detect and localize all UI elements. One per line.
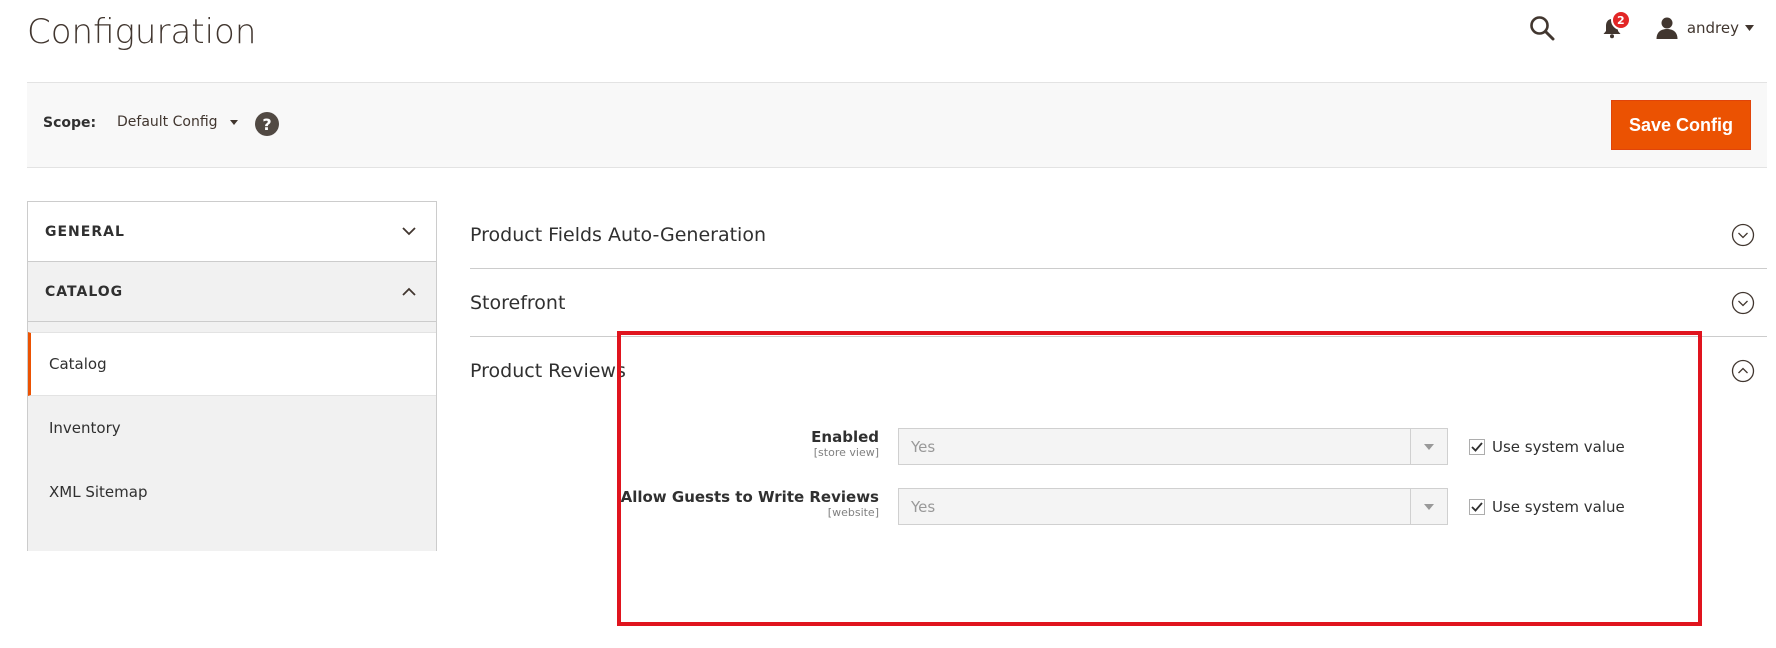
checkbox[interactable] <box>1469 499 1485 515</box>
config-sidebar: GENERAL CATALOG Catalog Inventory XML Si… <box>27 201 437 551</box>
select-divider <box>1410 489 1411 524</box>
notification-count-badge: 2 <box>1610 10 1631 30</box>
chevron-up-icon <box>402 287 416 296</box>
select-value: Yes <box>911 437 936 456</box>
checkbox-label: Use system value <box>1492 438 1625 456</box>
section-product-reviews[interactable]: Product Reviews <box>470 337 1767 405</box>
chevron-down-icon <box>1424 444 1434 450</box>
section-product-fields-auto-generation[interactable]: Product Fields Auto-Generation <box>470 201 1767 269</box>
field-label: Enabled [store view] <box>811 428 879 460</box>
field-scope-text: [website] <box>827 506 879 519</box>
select-divider <box>1410 429 1411 464</box>
field-label-text: Enabled <box>811 428 879 446</box>
section-title: Product Fields Auto-Generation <box>470 223 766 246</box>
collapse-circle-icon <box>1731 359 1755 383</box>
user-icon <box>1656 17 1678 39</box>
page-actions-bar: Scope: Default Config ? Save Config <box>27 82 1767 168</box>
use-system-value-checkbox[interactable]: Use system value <box>1469 498 1625 516</box>
field-row-enabled: Enabled [store view] Yes Use system valu… <box>470 428 1767 468</box>
expand-circle-icon <box>1731 223 1755 246</box>
allow-guests-select[interactable]: Yes <box>898 488 1448 525</box>
save-config-button[interactable]: Save Config <box>1611 100 1751 150</box>
scope-value: Default Config <box>117 114 218 130</box>
notifications-button[interactable]: 2 <box>1599 10 1631 43</box>
checkmark-icon <box>1471 502 1483 512</box>
sidebar-group-label: CATALOG <box>45 283 124 300</box>
checkbox[interactable] <box>1469 439 1485 455</box>
sidebar-item-catalog[interactable]: Catalog <box>28 332 436 396</box>
enabled-select[interactable]: Yes <box>898 428 1448 465</box>
chevron-down-icon <box>1745 25 1754 31</box>
section-title: Product Reviews <box>470 360 626 382</box>
scope-label: Scope: <box>43 115 97 131</box>
select-value: Yes <box>911 497 936 516</box>
sidebar-item-inventory[interactable]: Inventory <box>28 396 436 460</box>
section-title: Storefront <box>470 291 566 314</box>
sidebar-item-xml-sitemap[interactable]: XML Sitemap <box>28 460 436 524</box>
chevron-down-icon <box>1424 504 1434 510</box>
sidebar-group-label: GENERAL <box>45 223 125 240</box>
config-sections: Product Fields Auto-Generation Storefron… <box>470 201 1767 525</box>
page-title: Configuration <box>27 12 257 52</box>
user-name: andrey <box>1686 19 1739 37</box>
field-scope-text: [store view] <box>813 446 879 459</box>
sidebar-group-general[interactable]: GENERAL <box>28 202 436 262</box>
section-storefront[interactable]: Storefront <box>470 269 1767 337</box>
caret-down-icon <box>229 119 238 125</box>
header-actions: 2 andrey <box>1527 10 1754 44</box>
help-icon[interactable]: ? <box>255 112 279 136</box>
use-system-value-checkbox[interactable]: Use system value <box>1469 438 1625 456</box>
field-label-text: Allow Guests to Write Reviews <box>620 488 879 506</box>
checkbox-label: Use system value <box>1492 498 1625 516</box>
sidebar-items: Catalog Inventory XML Sitemap <box>28 322 436 524</box>
field-row-allow-guests: Allow Guests to Write Reviews [website] … <box>470 488 1767 528</box>
scope-switcher[interactable]: Default Config <box>117 114 238 130</box>
search-icon[interactable] <box>1527 13 1557 43</box>
user-menu[interactable]: andrey <box>1655 16 1754 40</box>
sidebar-group-catalog[interactable]: CATALOG <box>28 262 436 322</box>
expand-circle-icon <box>1731 291 1755 314</box>
field-label: Allow Guests to Write Reviews [website] <box>621 488 879 520</box>
checkmark-icon <box>1471 442 1483 452</box>
chevron-down-icon <box>402 227 416 236</box>
